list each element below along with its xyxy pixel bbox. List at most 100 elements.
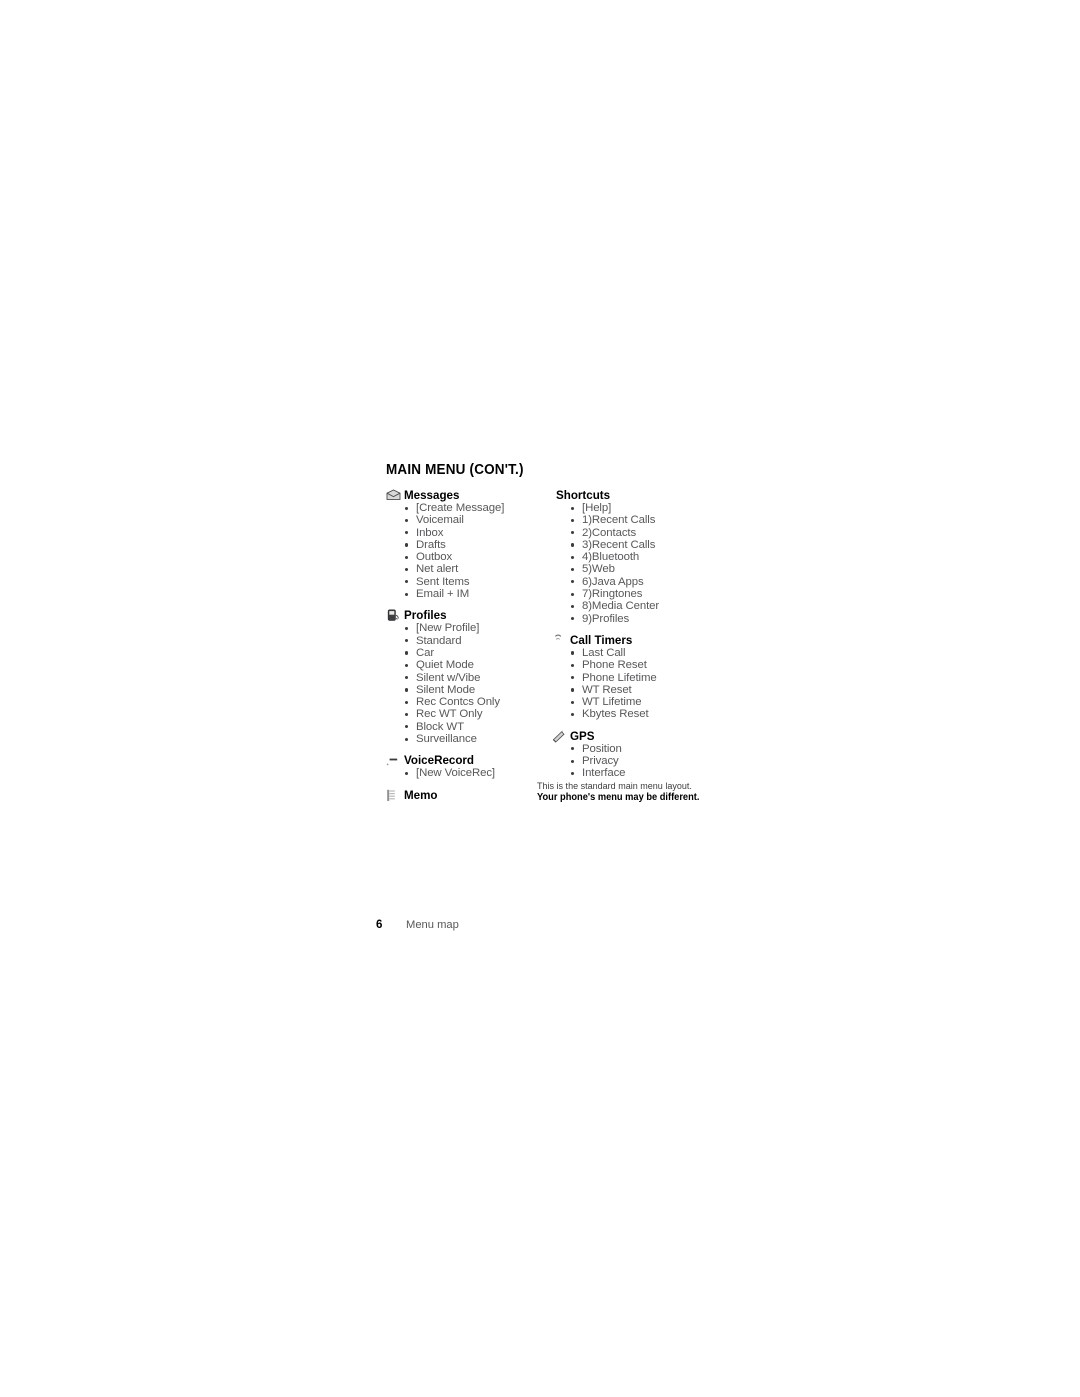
bullet-icon (405, 543, 409, 547)
section-heading-label: Profiles (404, 609, 447, 623)
menu-item-label: Surveillance (416, 733, 477, 746)
menu-item-label: 8)Media Center (582, 600, 660, 613)
menu-item: Phone Lifetime (571, 672, 732, 684)
bullet-icon (571, 567, 575, 572)
menu-item: Position (571, 742, 732, 755)
bullet-icon (405, 626, 409, 631)
footer-page-number: 6 (376, 919, 383, 931)
bullet-icon (405, 531, 409, 535)
menu-item: Car (405, 646, 558, 659)
section-heading-gps: GPS (552, 730, 732, 743)
bullet-icon (571, 506, 575, 510)
section-heading-label: Call Timers (570, 633, 633, 647)
menu-item: [New Profile] (405, 622, 558, 634)
menu-item-label: 9)Profiles (582, 612, 630, 625)
menu-item-label: 7)Ringtones (582, 588, 643, 601)
section-heading-profiles: Profiles (386, 609, 558, 622)
section-heading-label: GPS (570, 729, 595, 743)
menu-item-label: 2)Contacts (582, 526, 637, 539)
menu-item: Privacy (571, 755, 732, 768)
menu-item-label: Privacy (582, 755, 619, 768)
bullet-icon (405, 518, 409, 522)
bullet-icon (405, 688, 409, 692)
menu-item-label: Outbox (416, 551, 453, 564)
bullet-icon (571, 771, 575, 776)
menu-item-list-call-timers: Last Call Phone Reset Phone Lifetime WT Res… (552, 647, 732, 721)
menu-item-list-voicerecord: [New VoiceRec] (386, 767, 558, 779)
bullet-icon (405, 700, 409, 704)
bullet-icon (571, 604, 575, 609)
bullet-icon (405, 737, 409, 741)
section-heading-voicerecord: VoiceRecord (386, 754, 558, 767)
bullet-icon (405, 663, 409, 667)
menu-item: 2)Contacts (571, 526, 732, 539)
note-line-standard-layout: This is the standard main menu layout. (537, 781, 692, 792)
bullet-icon (405, 555, 409, 559)
menu-section-messages: Messages [Create Message] Voicemail Inbox Dr… (386, 489, 558, 609)
menu-item-label: Car (416, 646, 435, 659)
menu-item-label: 5)Web (582, 563, 615, 576)
bullet-icon (571, 676, 575, 680)
menu-item: WT Lifetime (571, 696, 732, 709)
menu-item-label: Interface (582, 767, 626, 780)
menu-item: Voicemail (405, 514, 558, 526)
menu-item: Block WT (405, 720, 558, 733)
footer-section-label: Menu map (406, 919, 459, 931)
menu-item: Net alert (405, 563, 558, 576)
menu-item-label: Position (582, 742, 622, 755)
section-heading-shortcuts: Shortcuts (552, 489, 732, 502)
menu-item-label: 6)Java Apps (582, 575, 644, 588)
bullet-icon (405, 506, 409, 510)
gps-satellite-icon (552, 730, 568, 743)
menu-item: Inbox (405, 526, 558, 539)
menu-item: Outbox (405, 551, 558, 564)
menu-item-label: [Help] (582, 502, 612, 514)
menu-section-profiles: Profiles [New Profile] Standard Car Quiet Mo… (386, 609, 558, 754)
bullet-icon (405, 676, 409, 680)
voice-record-icon (386, 754, 402, 767)
menu-item: Rec Contcs Only (405, 696, 558, 708)
menu-item-list-messages: [Create Message] Voicemail Inbox Drafts Outb… (386, 502, 558, 600)
menu-item: 4)Bluetooth (571, 551, 732, 564)
menu-item-label: Net alert (416, 563, 459, 576)
bullet-icon (571, 555, 575, 559)
bullet-icon (571, 759, 575, 763)
menu-item-label: Kbytes Reset (582, 708, 649, 721)
section-heading-label: Memo (404, 788, 438, 802)
menu-item: Quiet Mode (405, 659, 558, 671)
menu-item: Surveillance (405, 733, 558, 746)
menu-item-label: 3)Recent Calls (582, 538, 656, 551)
menu-item-label: WT Lifetime (582, 696, 642, 709)
menu-item: Sent Items (405, 576, 558, 588)
section-heading-messages: Messages (386, 489, 558, 502)
section-heading-call-timers: Call Timers (552, 634, 732, 647)
menu-column-left: Messages [Create Message] Voicemail Inbox Dr… (386, 489, 558, 802)
menu-item: 1)Recent Calls (571, 514, 732, 526)
menu-item-label: Standard (416, 634, 462, 647)
menu-section-call-timers: Call Timers Last Call Phone Reset Phone Lif… (552, 634, 732, 730)
bullet-icon (571, 700, 575, 704)
menu-item-label: 4)Bluetooth (582, 551, 640, 564)
bullet-icon (571, 531, 575, 535)
note-line-may-differ: Your phone's menu may be different. (537, 792, 700, 803)
menu-item: Email + IM (405, 588, 558, 600)
menu-item: [Help] (571, 502, 732, 514)
menu-item-label: Inbox (416, 526, 444, 539)
bullet-icon (571, 651, 575, 655)
bullet-icon (571, 580, 575, 584)
page-title: MAIN MENU (CON'T.) (386, 462, 524, 478)
menu-item: Kbytes Reset (571, 708, 732, 721)
bullet-icon (405, 639, 409, 643)
call-timer-icon (552, 634, 568, 647)
menu-item: Rec WT Only (405, 708, 558, 720)
menu-item-label: Silent Mode (416, 683, 476, 696)
menu-item: [New VoiceRec] (405, 767, 558, 779)
section-heading-label: Messages (404, 489, 460, 502)
bullet-icon (405, 567, 409, 572)
menu-item-label: Phone Reset (582, 659, 647, 672)
menu-item-label: Block WT (416, 720, 464, 733)
bullet-icon (571, 747, 575, 751)
